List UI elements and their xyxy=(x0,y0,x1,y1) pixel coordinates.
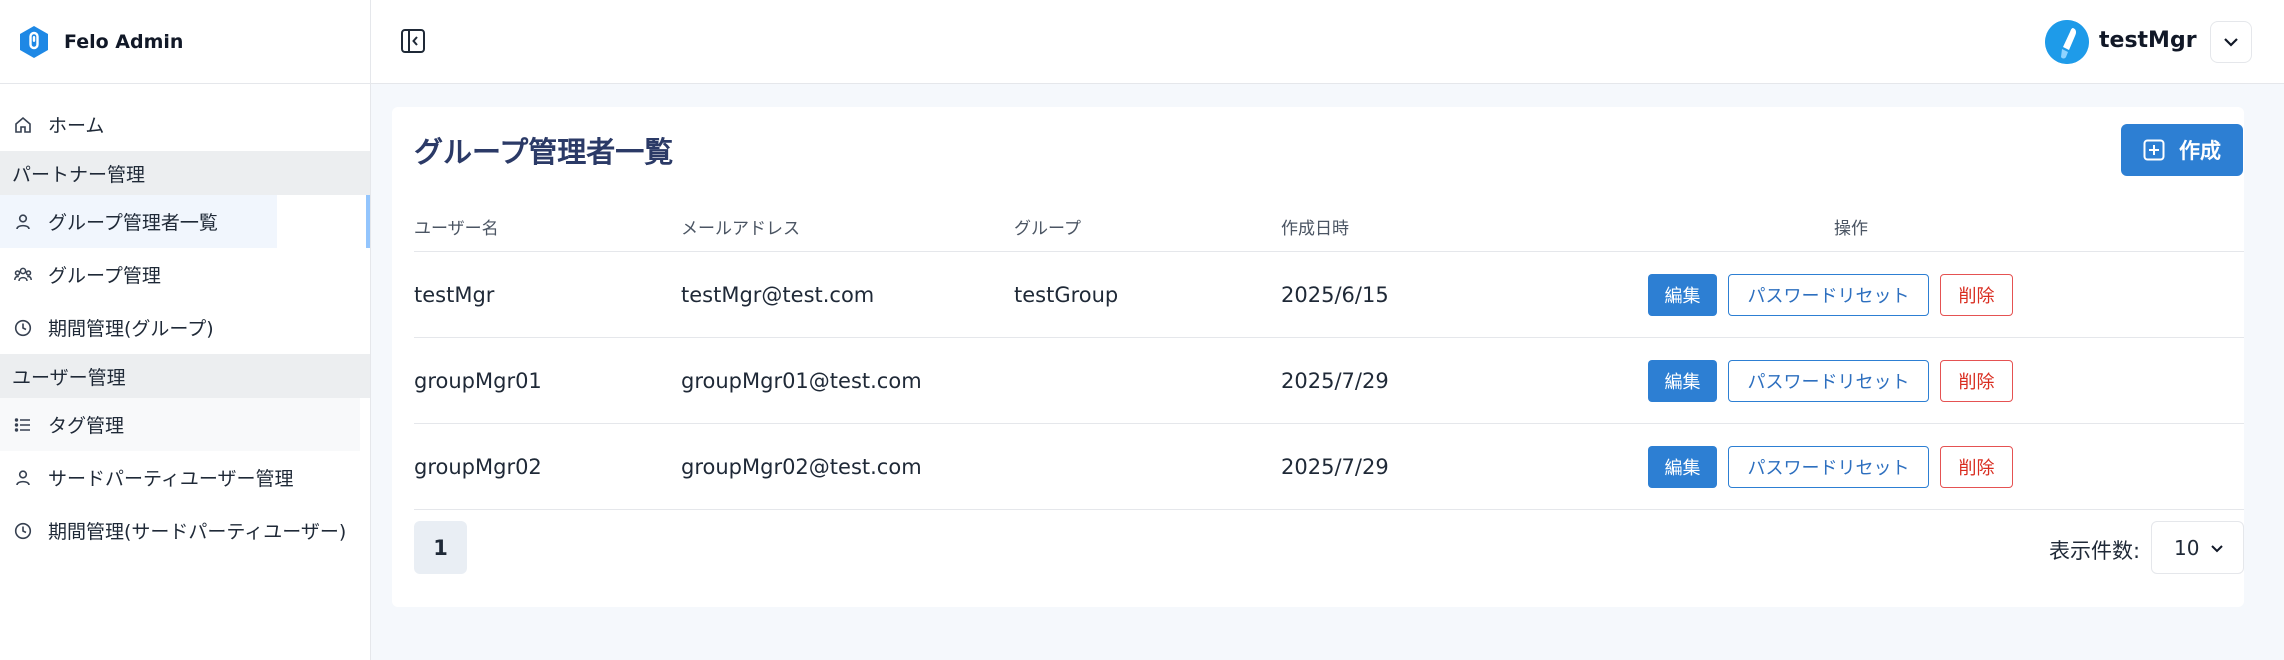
sidebar-item-period-third-party[interactable]: 期間管理(サードパーティユーザー) xyxy=(0,504,370,557)
password-reset-button[interactable]: パスワードリセット xyxy=(1728,274,1929,316)
per-page-label: 表示件数: xyxy=(2049,539,2141,563)
delete-button[interactable]: 削除 xyxy=(1940,274,2013,316)
column-header-actions: 操作 xyxy=(1834,219,1868,239)
cell-username: groupMgr01 xyxy=(414,369,542,393)
sidebar-item-group-admin-list[interactable]: グループ管理者一覧 xyxy=(0,195,370,248)
row-actions: 編集 パスワードリセット 削除 xyxy=(1648,274,2013,316)
home-icon xyxy=(14,116,32,134)
row-actions: 編集 パスワードリセット 削除 xyxy=(1648,360,2013,402)
cell-group: testGroup xyxy=(1014,283,1119,307)
felo-logo-icon xyxy=(20,25,48,58)
user-name: testMgr xyxy=(2099,28,2197,53)
sidebar-section-user: ユーザー管理 xyxy=(0,354,370,398)
sidebar-item-group-management[interactable]: グループ管理 xyxy=(0,248,370,301)
create-button-label: 作成 xyxy=(2179,140,2221,163)
cell-email: groupMgr01@test.com xyxy=(681,369,922,393)
admin-table: ユーザー名 メールアドレス グループ 作成日時 操作 testMgr testM… xyxy=(414,194,2244,510)
clock-icon xyxy=(14,522,32,540)
sidebar-toggle-icon[interactable] xyxy=(400,28,426,54)
cell-username: testMgr xyxy=(414,283,495,307)
sidebar: Felo Admin ホーム パートナー管理 グループ管理者一覧 グループ管理 xyxy=(0,0,371,660)
sidebar-item-label: グループ管理 xyxy=(48,265,161,287)
top-header: testMgr xyxy=(371,0,2284,84)
cell-created: 2025/6/15 xyxy=(1281,283,1389,307)
sidebar-item-third-party-users[interactable]: サードパーティユーザー管理 xyxy=(0,451,370,504)
table-row: testMgr testMgr@test.com testGroup 2025/… xyxy=(414,252,2244,338)
chevron-down-icon xyxy=(2224,38,2238,47)
sidebar-nav: ホーム パートナー管理 グループ管理者一覧 グループ管理 期間管理(グループ) … xyxy=(0,98,370,557)
per-page-value: 10 xyxy=(2174,535,2200,560)
sidebar-item-period-group[interactable]: 期間管理(グループ) xyxy=(0,301,370,354)
edit-button[interactable]: 編集 xyxy=(1648,360,1717,402)
table-row: groupMgr02 groupMgr02@test.com 2025/7/29… xyxy=(414,424,2244,510)
user-menu-button[interactable] xyxy=(2210,21,2252,63)
delete-button[interactable]: 削除 xyxy=(1940,446,2013,488)
edit-button[interactable]: 編集 xyxy=(1648,446,1717,488)
user-icon xyxy=(14,469,32,487)
page-title: グループ管理者一覧 xyxy=(414,135,674,169)
sidebar-item-label: 期間管理(グループ) xyxy=(48,318,214,340)
column-header-created: 作成日時 xyxy=(1281,219,1349,239)
sidebar-item-label: サードパーティユーザー管理 xyxy=(48,468,294,490)
list-icon xyxy=(14,416,32,434)
main-card: グループ管理者一覧 作成 ユーザー名 メールアドレス グループ 作成日時 操作 … xyxy=(392,107,2244,607)
active-indicator xyxy=(366,195,370,248)
brand-name: Felo Admin xyxy=(64,30,184,53)
table-header: ユーザー名 メールアドレス グループ 作成日時 操作 xyxy=(414,194,2244,252)
plus-square-icon xyxy=(2143,139,2165,161)
sidebar-item-home[interactable]: ホーム xyxy=(0,98,370,151)
cell-username: groupMgr02 xyxy=(414,455,542,479)
sidebar-item-label: グループ管理者一覧 xyxy=(48,212,218,234)
sidebar-item-tag-management[interactable]: タグ管理 xyxy=(0,398,370,451)
users-icon xyxy=(14,266,32,284)
password-reset-button[interactable]: パスワードリセット xyxy=(1728,446,1929,488)
sidebar-item-label: タグ管理 xyxy=(48,415,125,437)
row-actions: 編集 パスワードリセット 削除 xyxy=(1648,446,2013,488)
cell-created: 2025/7/29 xyxy=(1281,369,1389,393)
sidebar-item-label: 期間管理(サードパーティユーザー) xyxy=(48,521,347,543)
cell-email: groupMgr02@test.com xyxy=(681,455,922,479)
avatar[interactable] xyxy=(2045,20,2089,64)
cell-created: 2025/7/29 xyxy=(1281,455,1389,479)
per-page-select[interactable]: 10 xyxy=(2151,521,2244,574)
delete-button[interactable]: 削除 xyxy=(1940,360,2013,402)
sidebar-section-partner: パートナー管理 xyxy=(0,151,370,195)
column-header-username: ユーザー名 xyxy=(414,219,499,239)
sidebar-item-label: ホーム xyxy=(48,115,105,137)
table-row: groupMgr01 groupMgr01@test.com 2025/7/29… xyxy=(414,338,2244,424)
password-reset-button[interactable]: パスワードリセット xyxy=(1728,360,1929,402)
edit-button[interactable]: 編集 xyxy=(1648,274,1717,316)
brand[interactable]: Felo Admin xyxy=(0,0,370,84)
column-header-email: メールアドレス xyxy=(681,219,800,239)
pagination-page-1[interactable]: 1 xyxy=(414,521,467,574)
user-icon xyxy=(14,213,32,231)
clock-icon xyxy=(14,319,32,337)
cell-email: testMgr@test.com xyxy=(681,283,875,307)
column-header-group: グループ xyxy=(1014,219,1081,239)
create-button[interactable]: 作成 xyxy=(2121,124,2243,176)
chevron-down-icon xyxy=(2211,545,2223,553)
